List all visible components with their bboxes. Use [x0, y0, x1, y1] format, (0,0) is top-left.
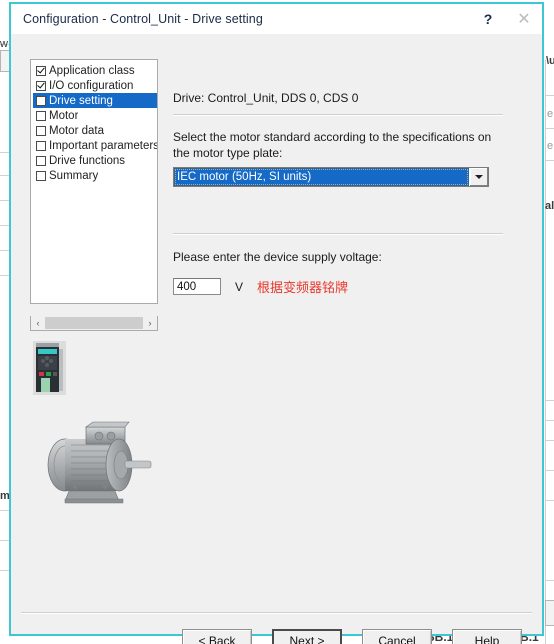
tree-horizontal-scrollbar[interactable]: ‹ ›	[30, 316, 158, 331]
bg-divider	[0, 225, 9, 226]
checkbox-checked-icon	[36, 65, 46, 76]
tree-item-label: Drive functions	[49, 154, 126, 167]
motor-standard-selected-value[interactable]: IEC motor (50Hz, SI units)	[174, 168, 469, 186]
bg-fragment-right-top: \u8868	[546, 55, 554, 67]
bg-fragment-right-2: e	[547, 140, 554, 152]
bg-divider	[545, 500, 554, 501]
checkbox-icon	[36, 170, 46, 181]
voltage-row: V 根据变频器铭牌	[173, 277, 348, 296]
bg-divider	[0, 200, 9, 201]
dialog-body: Application class I/O configuration Driv…	[11, 34, 542, 644]
bg-divider	[0, 510, 9, 511]
bg-divider	[0, 175, 9, 176]
dialog-title: Configuration - Control_Unit - Drive set…	[23, 12, 263, 26]
tree-item-label: Important parameters	[49, 139, 157, 152]
bg-divider	[545, 400, 554, 401]
bg-divider	[545, 470, 554, 471]
tree-item-label: Summary	[49, 169, 99, 182]
scrollbar-track[interactable]	[45, 316, 143, 330]
back-button[interactable]: < Back	[182, 629, 252, 644]
tree-item-io-configuration[interactable]: I/O configuration	[33, 78, 157, 93]
checkbox-icon	[36, 125, 46, 136]
configuration-step-tree[interactable]: Application class I/O configuration Driv…	[30, 59, 158, 304]
bg-divider	[545, 420, 554, 421]
footer-separator-highlight	[21, 613, 532, 614]
bg-divider	[545, 160, 554, 161]
electric-motor-image	[47, 421, 152, 504]
tree-items: Application class I/O configuration Driv…	[31, 60, 157, 183]
bg-divider	[0, 570, 9, 571]
bg-fragment-right-1: e	[547, 108, 554, 120]
tree-item-label: Motor data	[49, 124, 104, 137]
tree-item-label: I/O configuration	[49, 79, 134, 92]
bg-divider	[545, 440, 554, 441]
tree-item-label: Application class	[49, 64, 135, 77]
checkbox-checked-icon	[36, 80, 46, 91]
motor-standard-prompt: Select the motor standard according to t…	[173, 130, 492, 160]
tree-item-motor[interactable]: Motor	[33, 108, 157, 123]
tree-item-summary[interactable]: Summary	[33, 168, 157, 183]
close-icon[interactable]: ✕	[506, 4, 542, 34]
voltage-separator-highlight	[173, 234, 503, 235]
drive-setting-dialog: Configuration - Control_Unit - Drive set…	[9, 2, 544, 644]
tree-item-important-parameters[interactable]: Important parameters	[33, 138, 157, 153]
checkbox-icon	[36, 155, 46, 166]
voltage-prompt: Please enter the device supply voltage:	[173, 250, 382, 264]
drive-info-label: Drive: Control_Unit, DDS 0, CDS 0	[173, 91, 359, 105]
next-button[interactable]: Next >	[272, 629, 342, 644]
tree-item-drive-functions[interactable]: Drive functions	[33, 153, 157, 168]
chevron-down-icon	[475, 175, 483, 179]
checkbox-icon	[36, 110, 46, 121]
scrollbar-thumb[interactable]	[45, 317, 143, 329]
scroll-left-icon[interactable]: ‹	[31, 316, 45, 330]
scroll-right-icon[interactable]: ›	[143, 316, 157, 330]
dialog-button-row: < Back Next > Cancel Help	[11, 629, 542, 644]
bg-divider	[545, 580, 554, 581]
tree-item-application-class[interactable]: Application class	[33, 63, 157, 78]
bg-divider	[0, 152, 9, 153]
checkbox-icon	[36, 95, 46, 106]
dialog-titlebar: Configuration - Control_Unit - Drive set…	[11, 4, 542, 34]
tree-item-motor-data[interactable]: Motor data	[33, 123, 157, 138]
motor-standard-dropdown[interactable]: IEC motor (50Hz, SI units)	[173, 167, 489, 187]
bg-fragment-left-top: w	[0, 38, 8, 50]
bg-divider	[0, 250, 9, 251]
dropdown-arrow-button[interactable]	[469, 168, 488, 186]
help-button[interactable]: Help	[452, 629, 522, 644]
bg-fragment-right: al	[545, 200, 554, 212]
voltage-unit-label: V	[235, 279, 244, 294]
bg-panel-edge	[545, 60, 546, 644]
cancel-button[interactable]: Cancel	[362, 629, 432, 644]
help-icon[interactable]: ?	[470, 4, 506, 34]
tree-item-label: Motor	[49, 109, 79, 122]
bg-divider	[0, 540, 9, 541]
screen-root: w m \u8868 e e al USB.S/USB.1 / USB.S/US…	[0, 0, 554, 644]
bg-button	[545, 600, 554, 626]
supply-voltage-input[interactable]	[173, 278, 221, 295]
voltage-annotation-note: 根据变频器铭牌	[257, 281, 349, 296]
bg-divider	[545, 95, 554, 96]
tree-item-drive-setting[interactable]: Drive setting	[33, 93, 157, 108]
drive-device-thumbnail	[33, 341, 66, 395]
bg-divider	[545, 128, 554, 129]
checkbox-icon	[36, 140, 46, 151]
content-separator-highlight	[173, 115, 503, 116]
bg-divider	[0, 275, 9, 276]
tree-item-label: Drive setting	[49, 94, 113, 107]
